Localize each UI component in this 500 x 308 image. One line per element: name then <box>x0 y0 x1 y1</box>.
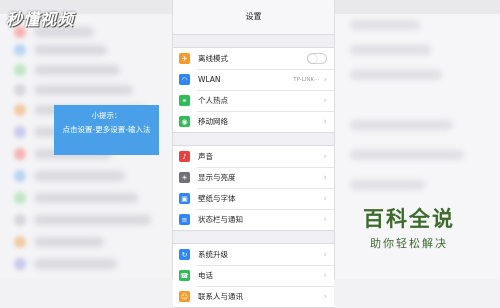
settings-row[interactable]: ▣ 壁纸与字体 › <box>173 188 334 209</box>
blurred-dot <box>14 214 26 226</box>
contacts-icon: ☺ <box>179 291 190 302</box>
settings-row[interactable]: ☺ 联系人与通讯 › <box>173 286 334 307</box>
blurred-dot <box>14 148 26 160</box>
phone-icon: ☎ <box>179 270 190 281</box>
settings-screen: 设置 ✈ 离线模式 ◠ WLAN TP-LINK··· › ⚭ 个人热点 › ◉ 移动网络 › ♪ 声音 ›… <box>172 0 335 308</box>
blurred-row <box>34 215 151 225</box>
blurred-row <box>34 45 107 55</box>
settings-row[interactable]: ♪ 声音 › <box>173 146 334 167</box>
chevron-right-icon: › <box>323 214 327 225</box>
blurred-dot <box>14 192 26 204</box>
settings-group: ♪ 声音 › ☀ 显示与亮度 › ▣ 壁纸与字体 › ≡ 状态栏与通知 › <box>173 145 334 231</box>
settings-row[interactable]: ☀ 显示与亮度 › <box>173 167 334 188</box>
chevron-right-icon: › <box>323 193 327 204</box>
chevron-right-icon: › <box>323 291 327 302</box>
settings-row[interactable]: ≡ 状态栏与通知 › <box>173 209 334 230</box>
watermark-logo: 秒懂视频 <box>6 10 75 29</box>
blurred-dot <box>14 44 26 56</box>
blurred-row <box>350 150 464 160</box>
chevron-right-icon: › <box>323 95 327 106</box>
settings-row[interactable]: ◠ WLAN TP-LINK··· › <box>173 69 334 90</box>
blurred-row <box>350 180 425 190</box>
settings-row-label: 状态栏与通知 <box>198 215 243 224</box>
blurred-dot <box>14 258 26 270</box>
blurred-dot <box>14 170 26 182</box>
blurred-row <box>34 193 138 203</box>
blurred-row <box>34 171 125 181</box>
airplane-icon: ✈ <box>179 53 190 64</box>
settings-row-label: 声音 <box>198 152 213 161</box>
blurred-row <box>350 70 442 80</box>
chevron-right-icon: › <box>323 172 327 183</box>
settings-row-label: 显示与亮度 <box>198 173 236 182</box>
settings-row[interactable]: ✈ 离线模式 <box>173 48 334 69</box>
chevron-right-icon: › <box>323 74 327 85</box>
settings-row-label: 联系人与通讯 <box>198 292 243 301</box>
chevron-right-icon: › <box>323 151 327 162</box>
blurred-row <box>34 259 117 269</box>
settings-row-label: 移动网络 <box>198 117 228 126</box>
settings-group: ↻ 系统升级 › ☎ 电话 › ☺ 联系人与通讯 › <box>173 243 334 308</box>
tip-title: 小提示： <box>91 111 122 120</box>
wifi-icon: ◠ <box>179 74 190 85</box>
settings-row[interactable]: ☎ 电话 › <box>173 265 334 286</box>
tip-text: 点击设置-更多设置-输入法 <box>62 125 151 134</box>
chevron-right-icon: › <box>323 116 327 127</box>
blurred-dot <box>14 236 26 248</box>
blurred-dot <box>14 104 26 116</box>
blurred-dot <box>14 64 26 76</box>
tip-box: 小提示： 点击设置-更多设置-输入法 <box>54 105 159 155</box>
cellular-icon: ◉ <box>179 116 190 127</box>
settings-row-label: 电话 <box>198 271 213 280</box>
brand-watermark: 百科全说 助你轻松解决 <box>346 197 472 255</box>
settings-row[interactable]: ◉ 移动网络 › <box>173 111 334 132</box>
blurred-dot <box>14 84 26 96</box>
wallpaper-icon: ▣ <box>179 193 190 204</box>
chevron-right-icon: › <box>323 249 327 260</box>
blurred-dot <box>14 126 26 138</box>
settings-row-label: 离线模式 <box>198 54 228 63</box>
update-icon: ↻ <box>179 249 190 260</box>
blurred-row <box>34 65 120 75</box>
blurred-row <box>350 20 420 30</box>
settings-list: ✈ 离线模式 ◠ WLAN TP-LINK··· › ⚭ 个人热点 › ◉ 移动网络 › ♪ 声音 › ☀ 显示… <box>173 47 334 308</box>
chevron-right-icon: › <box>323 270 327 281</box>
blurred-row <box>350 120 453 130</box>
settings-row[interactable]: ⚭ 个人热点 › <box>173 90 334 111</box>
blurred-row <box>34 237 104 247</box>
settings-row-label: 系统升级 <box>198 250 228 259</box>
toggle-knob <box>308 54 317 63</box>
display-icon: ☀ <box>179 172 190 183</box>
brand-main-text: 百科全说 <box>363 207 455 231</box>
brand-sub-text: 助你轻松解决 <box>370 237 448 250</box>
page-title: 设置 <box>173 0 334 35</box>
airplane-mode-toggle[interactable] <box>307 53 327 64</box>
settings-row-label: 壁纸与字体 <box>198 194 236 203</box>
settings-row-label: 个人热点 <box>198 96 228 105</box>
sound-icon: ♪ <box>179 151 190 162</box>
hotspot-icon: ⚭ <box>179 95 190 106</box>
blurred-row <box>34 85 133 95</box>
settings-row-value: TP-LINK··· <box>293 76 320 83</box>
settings-group: ✈ 离线模式 ◠ WLAN TP-LINK··· › ⚭ 个人热点 › ◉ 移动网络 › <box>173 47 334 133</box>
blurred-row <box>350 45 431 55</box>
settings-row-label: WLAN <box>198 75 221 84</box>
notification-icon: ≡ <box>179 214 190 225</box>
settings-row[interactable]: ↻ 系统升级 › <box>173 244 334 265</box>
